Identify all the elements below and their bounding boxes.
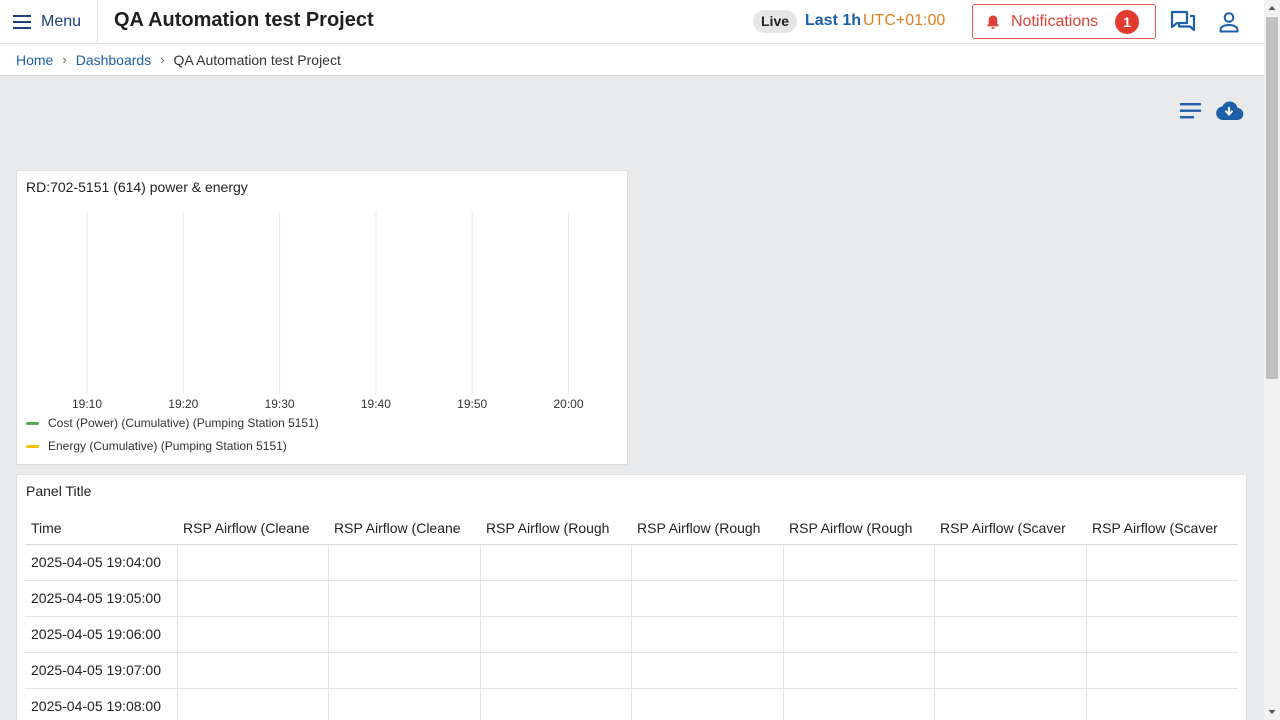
table-cell: [177, 544, 329, 581]
breadcrumb-home[interactable]: Home: [16, 52, 53, 68]
data-table-panel: Panel Title Time RSP Airflow (Cleane RSP…: [16, 474, 1247, 720]
table-cell-time: 2025-04-05 19:04:00: [25, 544, 178, 581]
notifications-count-badge: 1: [1115, 10, 1139, 34]
x-tick-label: 19:20: [168, 397, 198, 411]
table-cell: [328, 544, 481, 581]
table-cell: [480, 652, 632, 689]
table-cell: [783, 580, 935, 617]
table-cell: [177, 652, 329, 689]
breadcrumb-separator: ›: [160, 52, 165, 67]
table-cell: [783, 544, 935, 581]
column-header[interactable]: RSP Airflow (Rough: [783, 513, 934, 545]
table-cell: [177, 580, 329, 617]
notifications-button[interactable]: Notifications 1: [972, 4, 1156, 39]
legend-swatch: [26, 444, 39, 448]
user-icon[interactable]: [1217, 10, 1241, 34]
table-cell: [631, 688, 784, 720]
table-cell: [328, 580, 481, 617]
table-cell: [1086, 580, 1238, 617]
table-cell: [328, 616, 481, 653]
breadcrumb-dashboards[interactable]: Dashboards: [76, 52, 152, 68]
table-cell: [1086, 688, 1238, 720]
table-cell: [934, 652, 1087, 689]
column-header[interactable]: RSP Airflow (Cleane: [177, 513, 328, 545]
menu-button[interactable]: Menu: [0, 0, 98, 44]
table-cell-time: 2025-04-05 19:07:00: [25, 652, 178, 689]
table-row: 2025-04-05 19:07:00: [25, 652, 1238, 689]
bell-icon: [987, 15, 999, 29]
legend-item-energy[interactable]: Energy (Cumulative) (Pumping Station 515…: [26, 439, 287, 453]
table-cell: [1086, 616, 1238, 653]
table-cell: [480, 580, 632, 617]
table-row: 2025-04-05 19:06:00: [25, 616, 1238, 653]
chat-icon[interactable]: [1170, 9, 1196, 35]
page-title: QA Automation test Project: [114, 9, 374, 31]
top-bar: Menu QA Automation test Project Live Las…: [0, 0, 1264, 44]
live-toggle[interactable]: Live: [753, 10, 798, 33]
column-header[interactable]: RSP Airflow (Cleane: [328, 513, 480, 545]
table-cell: [1086, 544, 1238, 581]
table-cell: [934, 544, 1087, 581]
table-cell: [631, 580, 784, 617]
legend-item-cost[interactable]: Cost (Power) (Cumulative) (Pumping Stati…: [26, 416, 319, 430]
table-row: 2025-04-05 19:04:00: [25, 544, 1238, 581]
table-cell: [934, 580, 1087, 617]
table-title: Panel Title: [26, 483, 92, 499]
legend-label: Energy (Cumulative) (Pumping Station 515…: [48, 439, 287, 453]
x-tick-label: 19:30: [265, 397, 295, 411]
breadcrumb: Home › Dashboards › QA Automation test P…: [0, 44, 1264, 76]
table-cell: [934, 688, 1087, 720]
table-cell: [480, 616, 632, 653]
legend-label: Cost (Power) (Cumulative) (Pumping Stati…: [48, 416, 319, 430]
scroll-down-arrow-icon[interactable]: [1264, 704, 1280, 720]
menu-label: Menu: [41, 13, 82, 30]
table-cell: [631, 652, 784, 689]
power-energy-chart-panel: RD:702-5151 (614) power & energy 19:10 19…: [16, 170, 628, 465]
x-tick-label: 19:40: [361, 397, 391, 411]
x-tick-label: 20:00: [553, 397, 583, 411]
scroll-up-arrow-icon[interactable]: [1264, 0, 1280, 16]
legend-swatch: [26, 421, 39, 425]
table-cell: [328, 688, 481, 720]
data-table: Time RSP Airflow (Cleane RSP Airflow (Cl…: [25, 513, 1238, 720]
time-range-picker[interactable]: Last 1h: [805, 12, 861, 30]
cloud-download-icon[interactable]: [1214, 98, 1244, 124]
table-cell: [934, 616, 1087, 653]
table-header-row: Time RSP Airflow (Cleane RSP Airflow (Cl…: [25, 513, 1238, 545]
table-cell: [783, 652, 935, 689]
table-row: 2025-04-05 19:05:00: [25, 580, 1238, 617]
column-header[interactable]: RSP Airflow (Rough: [480, 513, 631, 545]
column-header[interactable]: RSP Airflow (Rough: [631, 513, 783, 545]
table-cell: [480, 688, 632, 720]
panel-list-icon[interactable]: [1179, 100, 1203, 122]
table-cell-time: 2025-04-05 19:08:00: [25, 688, 178, 720]
column-header-time[interactable]: Time: [25, 513, 177, 545]
x-tick-label: 19:10: [72, 397, 102, 411]
table-cell-time: 2025-04-05 19:06:00: [25, 616, 178, 653]
table-cell-time: 2025-04-05 19:05:00: [25, 580, 178, 617]
page-scrollbar[interactable]: [1264, 0, 1280, 720]
table-cell: [1086, 652, 1238, 689]
scrollbar-thumb[interactable]: [1266, 17, 1278, 379]
table-cell: [480, 544, 632, 581]
table-cell: [631, 544, 784, 581]
breadcrumb-current: QA Automation test Project: [173, 51, 341, 68]
breadcrumb-separator: ›: [62, 52, 67, 67]
table-row: 2025-04-05 19:08:00: [25, 688, 1238, 720]
table-cell: [177, 688, 329, 720]
table-cell: [631, 616, 784, 653]
table-cell: [783, 688, 935, 720]
table-cell: [783, 616, 935, 653]
hamburger-icon: [13, 15, 31, 29]
column-header[interactable]: RSP Airflow (Scaver: [934, 513, 1086, 545]
column-header[interactable]: RSP Airflow (Scaver: [1086, 513, 1238, 545]
table-cell: [177, 616, 329, 653]
timezone-selector[interactable]: UTC+01:00: [863, 12, 945, 30]
x-tick-label: 19:50: [457, 397, 487, 411]
table-cell: [328, 652, 481, 689]
notifications-label: Notifications: [1011, 12, 1099, 30]
